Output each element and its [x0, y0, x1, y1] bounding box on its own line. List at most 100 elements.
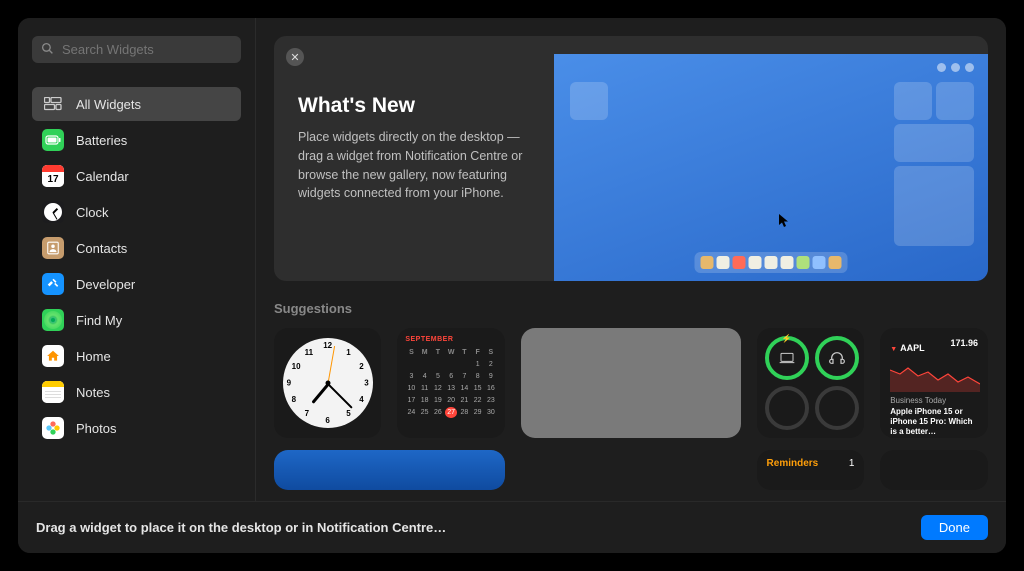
reminders-count: 1	[849, 458, 855, 482]
sidebar-item-contacts[interactable]: Contacts	[32, 231, 241, 265]
clock-widget[interactable]: 12 1 2 3 4 5 6 7 8 9 10 11	[274, 328, 381, 438]
sidebar-item-all-widgets[interactable]: All Widgets	[32, 87, 241, 121]
sidebar-item-home[interactable]: Home	[32, 339, 241, 373]
sidebar-item-label: Contacts	[76, 241, 127, 256]
dock-app-icon	[829, 256, 842, 269]
grid-icon	[42, 93, 64, 115]
mock-widget	[570, 82, 608, 120]
cal-day: 14	[458, 383, 470, 394]
sidebar-item-label: All Widgets	[76, 97, 141, 112]
cal-day: 28	[458, 407, 470, 418]
sidebar-item-label: Clock	[76, 205, 109, 220]
empty-battery-ring	[815, 386, 859, 430]
bolt-icon: ⚡	[782, 334, 792, 343]
cal-day: 27	[445, 407, 457, 418]
hammer-icon	[42, 273, 64, 295]
window-controls-mock	[937, 63, 974, 72]
weather-widget[interactable]	[274, 450, 505, 490]
reminders-widget[interactable]: Reminders 1	[757, 450, 865, 490]
stock-source: Business Today	[890, 396, 978, 405]
stock-headline: Apple iPhone 15 or iPhone 15 Pro: Which …	[890, 407, 978, 437]
mock-widget	[894, 124, 974, 162]
cal-day: 9	[485, 371, 497, 382]
laptop-icon	[779, 352, 795, 364]
cal-day: 19	[432, 395, 444, 406]
cal-day: 2	[485, 359, 497, 370]
stock-chart	[890, 362, 978, 392]
reminders-label: Reminders	[767, 458, 819, 482]
sidebar-item-label: Photos	[76, 421, 116, 436]
partial-widget[interactable]	[880, 450, 988, 490]
category-list: All Widgets Batteries 17 Calendar Clock Conta…	[32, 87, 241, 445]
sidebar-item-photos[interactable]: Photos	[32, 411, 241, 445]
dock-app-icon	[797, 256, 810, 269]
cal-day: 13	[445, 383, 457, 394]
search-input[interactable]	[32, 36, 241, 63]
search-icon	[41, 42, 54, 60]
dock-app-icon	[717, 256, 730, 269]
cal-day: 10	[405, 383, 417, 394]
cal-day: 23	[485, 395, 497, 406]
close-icon[interactable]: ✕	[286, 48, 304, 66]
cal-day: 29	[472, 407, 484, 418]
cal-day: 1	[472, 359, 484, 370]
cal-day: 16	[485, 383, 497, 394]
footer-hint: Drag a widget to place it on the desktop…	[36, 520, 446, 535]
suggestions-header: Suggestions	[274, 301, 988, 316]
cal-day: 21	[458, 395, 470, 406]
sidebar-item-batteries[interactable]: Batteries	[32, 123, 241, 157]
cal-day-header: T	[432, 347, 444, 358]
cal-day-header: S	[405, 347, 417, 358]
dock-app-icon	[765, 256, 778, 269]
hero-title: What's New	[298, 94, 534, 118]
sidebar-item-label: Home	[76, 349, 111, 364]
calendar-month: SEPTEMBER	[405, 336, 497, 343]
stocks-widget[interactable]: AAPL 171.96 Business Today Apple iPhone …	[880, 328, 988, 438]
calendar-widget[interactable]: SEPTEMBER SMTWTFS12345678910111213141516…	[397, 328, 505, 438]
sidebar: All Widgets Batteries 17 Calendar Clock Conta…	[18, 18, 256, 501]
cal-day: 30	[485, 407, 497, 418]
clock-face-icon: 12 1 2 3 4 5 6 7 8 9 10 11	[283, 338, 373, 428]
cal-day: 24	[405, 407, 417, 418]
whats-new-hero: ✕ What's New Place widgets directly on t…	[274, 36, 988, 281]
sidebar-item-label: Find My	[76, 313, 122, 328]
radar-icon	[42, 309, 64, 331]
cal-day-header: W	[445, 347, 457, 358]
cal-day: 20	[445, 395, 457, 406]
house-icon	[42, 345, 64, 367]
search-container	[32, 36, 241, 63]
cal-day-header: T	[458, 347, 470, 358]
dock-app-icon	[781, 256, 794, 269]
dock-mock	[695, 252, 848, 273]
sidebar-item-find-my[interactable]: Find My	[32, 303, 241, 337]
mock-widget	[936, 82, 974, 120]
cal-day-header: F	[472, 347, 484, 358]
sidebar-item-label: Batteries	[76, 133, 127, 148]
sidebar-item-clock[interactable]: Clock	[32, 195, 241, 229]
sidebar-item-developer[interactable]: Developer	[32, 267, 241, 301]
done-button[interactable]: Done	[921, 515, 988, 540]
cursor-icon	[779, 214, 790, 231]
widgets-row: 12 1 2 3 4 5 6 7 8 9 10 11	[274, 328, 988, 438]
sidebar-item-label: Calendar	[76, 169, 129, 184]
clock-face-icon	[42, 201, 64, 223]
empty-battery-ring	[765, 386, 809, 430]
featured-widget[interactable]	[521, 328, 741, 438]
sidebar-item-calendar[interactable]: 17 Calendar	[32, 159, 241, 193]
dock-app-icon	[813, 256, 826, 269]
sidebar-item-label: Developer	[76, 277, 135, 292]
battery-widget[interactable]: ⚡	[757, 328, 865, 438]
headphones-icon	[829, 350, 845, 366]
hero-description: Place widgets directly on the desktop — …	[298, 128, 534, 203]
cal-day: 18	[419, 395, 431, 406]
notes-icon	[42, 381, 64, 403]
cal-day-header: S	[485, 347, 497, 358]
sidebar-item-label: Notes	[76, 385, 110, 400]
cal-day: 5	[432, 371, 444, 382]
cal-day: 26	[432, 407, 444, 418]
dock-app-icon	[701, 256, 714, 269]
sidebar-item-notes[interactable]: Notes	[32, 375, 241, 409]
footer: Drag a widget to place it on the desktop…	[18, 501, 1006, 553]
calendar-icon: 17	[42, 165, 64, 187]
photos-icon	[42, 417, 64, 439]
